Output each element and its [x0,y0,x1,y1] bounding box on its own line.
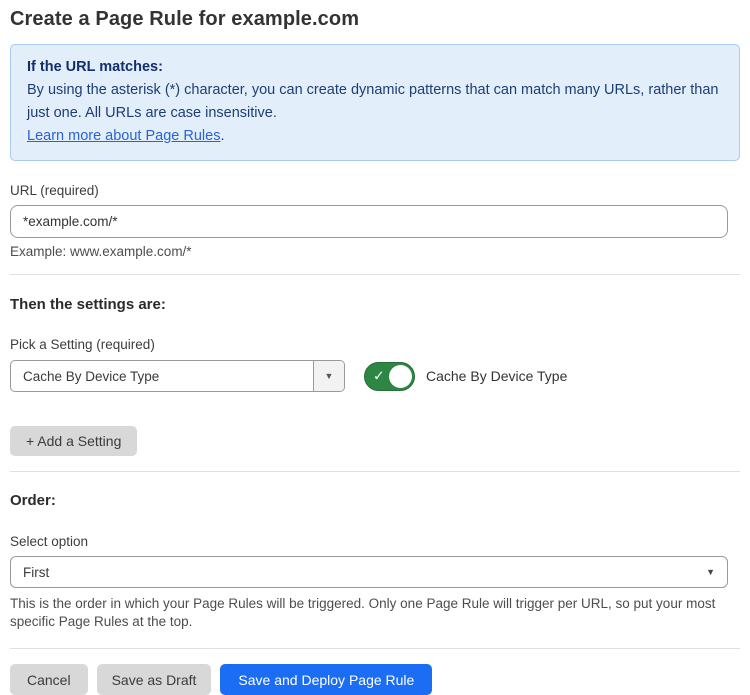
info-banner-heading: If the URL matches: [27,56,723,79]
save-deploy-button[interactable]: Save and Deploy Page Rule [220,664,432,695]
order-select[interactable]: First ▼ [10,556,728,588]
footer-actions: Cancel Save as Draft Save and Deploy Pag… [10,664,740,695]
chevron-down-icon: ▼ [325,371,334,381]
setting-toggle[interactable]: ✓ [364,362,415,391]
setting-select-value: Cache By Device Type [11,361,313,391]
add-setting-button[interactable]: + Add a Setting [10,426,137,456]
order-helper-text: This is the order in which your Page Rul… [10,595,730,630]
settings-section-heading: Then the settings are: [10,296,740,313]
order-section-heading: Order: [10,492,740,509]
setting-toggle-label: Cache By Device Type [426,368,567,384]
chevron-down-icon: ▼ [706,567,715,577]
divider [10,648,740,649]
learn-more-link[interactable]: Learn more about Page Rules [27,128,220,144]
info-banner-link-line: Learn more about Page Rules. [27,125,723,148]
save-draft-button[interactable]: Save as Draft [97,664,212,695]
info-banner-body: By using the asterisk (*) character, you… [27,79,723,125]
divider [10,471,740,472]
order-select-label: Select option [10,534,740,549]
setting-row: Cache By Device Type ▼ ✓ Cache By Device… [10,360,740,392]
check-icon: ✓ [373,369,385,383]
setting-picker-label: Pick a Setting (required) [10,337,740,352]
toggle-knob [389,365,412,388]
link-suffix: . [220,128,224,144]
divider [10,274,740,275]
info-banner: If the URL matches: By using the asteris… [10,44,740,161]
order-select-value: First [23,565,706,580]
url-helper-text: Example: www.example.com/* [10,244,740,259]
setting-select[interactable]: Cache By Device Type ▼ [10,360,345,392]
page-title: Create a Page Rule for example.com [10,8,740,31]
cancel-button[interactable]: Cancel [10,664,88,695]
url-input[interactable] [10,205,728,238]
url-label: URL (required) [10,183,740,198]
setting-select-arrow-button[interactable]: ▼ [313,361,344,391]
